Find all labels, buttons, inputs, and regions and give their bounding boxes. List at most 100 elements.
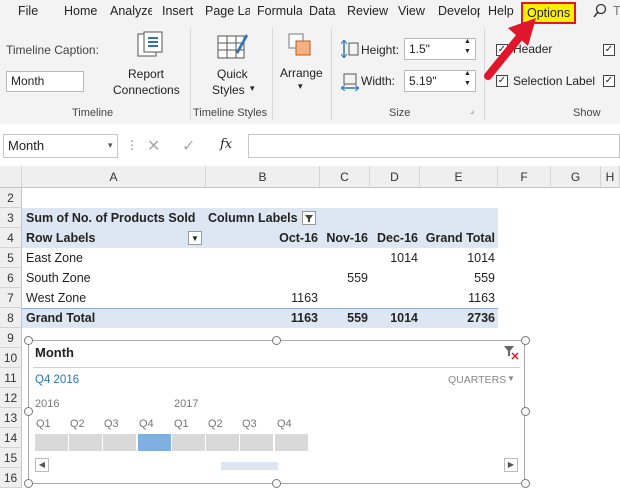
row-header[interactable]: 14 [0, 428, 22, 448]
chevron-down-icon[interactable]: ▾ [108, 140, 113, 151]
row-header[interactable]: 4 [0, 228, 22, 248]
time-level-checkbox[interactable]: ✓ [603, 75, 615, 87]
row-header[interactable]: 11 [0, 368, 22, 388]
row-header[interactable]: 8 [0, 308, 22, 328]
clear-filter-icon[interactable] [503, 344, 519, 363]
pivot-row-label[interactable]: East Zone [26, 248, 83, 268]
tab-data[interactable]: Data [309, 4, 335, 18]
scrollbar-checkbox[interactable]: ✓ [603, 44, 615, 56]
column-header[interactable]: H [601, 166, 620, 188]
tab-formulas[interactable]: Formulas [257, 4, 302, 18]
tab-file[interactable]: File [18, 4, 38, 18]
pivot-row-label[interactable]: South Zone [26, 268, 91, 288]
enter-icon[interactable]: ✓ [182, 136, 195, 156]
row-header[interactable]: 13 [0, 408, 22, 428]
tab-analyze[interactable]: Analyze [110, 4, 152, 18]
quick-styles-label1[interactable]: Quick [217, 67, 248, 81]
pivot-cell[interactable]: 559 [420, 268, 495, 288]
arrange-icon[interactable] [287, 32, 313, 61]
row-header[interactable]: 5 [0, 248, 22, 268]
dialog-launcher-icon[interactable]: ⌟ [470, 105, 474, 116]
column-header[interactable]: B [206, 166, 320, 188]
grand-total-label[interactable]: Grand Total [26, 308, 95, 328]
scroll-right-icon[interactable]: ▶ [504, 458, 518, 472]
column-header[interactable]: F [498, 166, 551, 188]
column-header[interactable]: G [551, 166, 601, 188]
column-header[interactable]: E [420, 166, 498, 188]
resize-handle[interactable] [24, 407, 33, 416]
tab-insert[interactable]: Insert [162, 4, 193, 18]
column-header[interactable]: A [22, 166, 206, 188]
timeline-quarter-label: Q2 [70, 418, 85, 430]
pivot-cell[interactable]: 1014 [420, 248, 495, 268]
grand-total-cell[interactable]: 559 [320, 308, 368, 328]
resize-handle[interactable] [24, 479, 33, 488]
height-spinner[interactable]: ▲ ▼ [464, 37, 471, 57]
row-header[interactable]: 6 [0, 268, 22, 288]
report-connections-icon[interactable] [134, 30, 164, 63]
row-labels-header[interactable]: Row Labels [26, 228, 95, 248]
pivot-cell[interactable]: 1163 [206, 288, 318, 308]
column-header[interactable]: C [320, 166, 370, 188]
column-header[interactable]: D [370, 166, 420, 188]
filter-dropdown-icon[interactable] [302, 211, 316, 225]
timeline-period-block[interactable] [35, 434, 68, 451]
timeline-period-block[interactable] [240, 434, 273, 451]
row-header[interactable]: 7 [0, 288, 22, 308]
row-header[interactable]: 3 [0, 208, 22, 228]
arrange-label[interactable]: Arrange [280, 66, 323, 80]
pivot-cell[interactable]: 559 [320, 268, 368, 288]
grand-total-cell[interactable]: 1163 [206, 308, 318, 328]
scrollbar-thumb[interactable] [221, 462, 278, 470]
pivot-cell[interactable]: 1014 [370, 248, 418, 268]
width-spinner[interactable]: ▲ ▼ [464, 69, 471, 89]
row-header[interactable]: 15 [0, 448, 22, 468]
chevron-down-icon[interactable]: ▼ [188, 231, 202, 245]
cancel-icon[interactable]: ✕ [147, 136, 160, 156]
pivot-row-label[interactable]: West Zone [26, 288, 86, 308]
row-header[interactable]: 9 [0, 328, 22, 348]
resize-handle[interactable] [521, 407, 530, 416]
column-labels-header[interactable]: Column Labels [208, 208, 298, 228]
chevron-down-icon[interactable]: ▼ [507, 374, 515, 383]
name-box[interactable]: Month [3, 134, 118, 158]
tab-page-layout[interactable]: Page Layout [205, 4, 250, 18]
search-icon[interactable] [592, 3, 608, 22]
row-header[interactable]: 16 [0, 468, 22, 488]
tab-home[interactable]: Home [64, 4, 97, 18]
grand-total-cell[interactable]: 2736 [420, 308, 495, 328]
resize-handle[interactable] [272, 479, 281, 488]
row-header[interactable]: 10 [0, 348, 22, 368]
row-header[interactable]: 2 [0, 188, 22, 208]
resize-handle[interactable] [521, 479, 530, 488]
select-all-corner[interactable] [0, 166, 22, 188]
chevron-down-icon[interactable]: ▾ [298, 81, 303, 92]
pivot-title[interactable]: Sum of No. of Products Sold [26, 208, 195, 228]
tab-view[interactable]: View [398, 4, 425, 18]
scroll-left-icon[interactable]: ◀ [35, 458, 49, 472]
resize-handle[interactable] [24, 336, 33, 345]
tab-developer[interactable]: Developer [438, 4, 480, 18]
quick-styles-icon[interactable] [216, 32, 248, 65]
timeline-period-block-selected[interactable] [138, 434, 171, 451]
grand-total-cell[interactable]: 1014 [370, 308, 418, 328]
report-connections-label1[interactable]: Report [128, 67, 164, 81]
timeline-period-block[interactable] [275, 434, 308, 451]
timeline-caption-input[interactable]: Month [6, 71, 84, 92]
timeline-period-block[interactable] [103, 434, 136, 451]
insert-function-icon[interactable]: fx [220, 137, 232, 152]
row-header[interactable]: 12 [0, 388, 22, 408]
timeline-period-block[interactable] [172, 434, 205, 451]
tab-review[interactable]: Review [347, 4, 388, 18]
report-connections-label2[interactable]: Connections [113, 83, 180, 97]
pivot-cell[interactable]: 1163 [420, 288, 495, 308]
timeline-period-block[interactable] [206, 434, 239, 451]
quick-styles-label2[interactable]: Styles [212, 83, 245, 97]
resize-handle[interactable] [272, 336, 281, 345]
resize-handle[interactable] [521, 336, 530, 345]
time-level-dropdown[interactable]: QUARTERS [448, 374, 506, 386]
tell-me-overflow[interactable]: T [613, 4, 620, 18]
formula-input[interactable] [248, 134, 620, 158]
timeline-period-block[interactable] [69, 434, 102, 451]
chevron-down-icon[interactable]: ▾ [250, 83, 255, 94]
